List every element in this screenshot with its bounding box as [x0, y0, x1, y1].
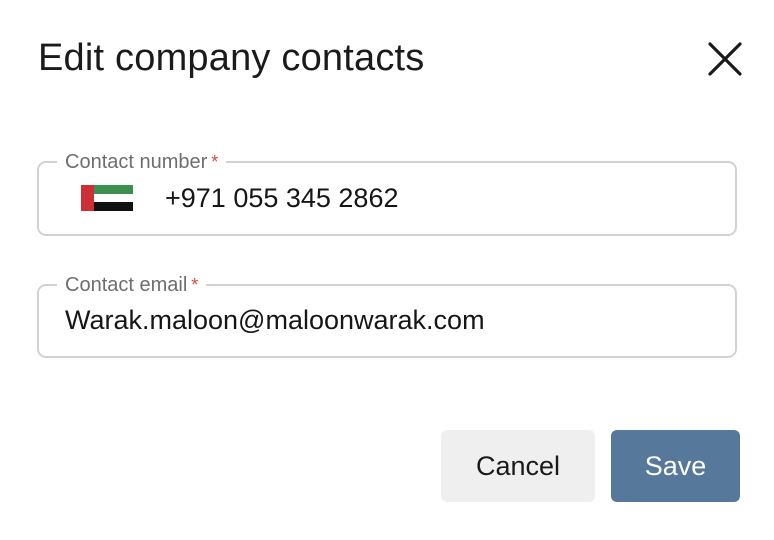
flag-white-stripe [94, 193, 133, 203]
contact-email-field[interactable]: Contact email * [37, 273, 737, 358]
contact-number-field[interactable]: Contact number * [37, 150, 737, 236]
flag-black-stripe [94, 202, 133, 212]
required-marker: * [211, 152, 219, 172]
flag-red-band [81, 185, 94, 211]
contact-number-label-text: Contact number [65, 151, 208, 173]
contact-number-label: Contact number * [57, 150, 227, 174]
contact-email-input[interactable] [65, 303, 705, 337]
contact-number-input[interactable] [165, 181, 705, 215]
save-button[interactable]: Save [611, 430, 740, 502]
close-icon[interactable] [704, 38, 746, 80]
required-marker: * [191, 275, 199, 295]
cancel-button[interactable]: Cancel [441, 430, 595, 502]
dialog-title: Edit company contacts [38, 37, 425, 79]
edit-contacts-dialog: Edit company contacts Contact number* Co… [0, 0, 774, 540]
flag-green-stripe [94, 185, 133, 194]
uae-flag-icon[interactable] [81, 185, 133, 212]
contact-email-label: Contact email * [57, 273, 207, 297]
flag-stripes [94, 185, 133, 212]
contact-email-label-text: Contact email [65, 274, 188, 296]
